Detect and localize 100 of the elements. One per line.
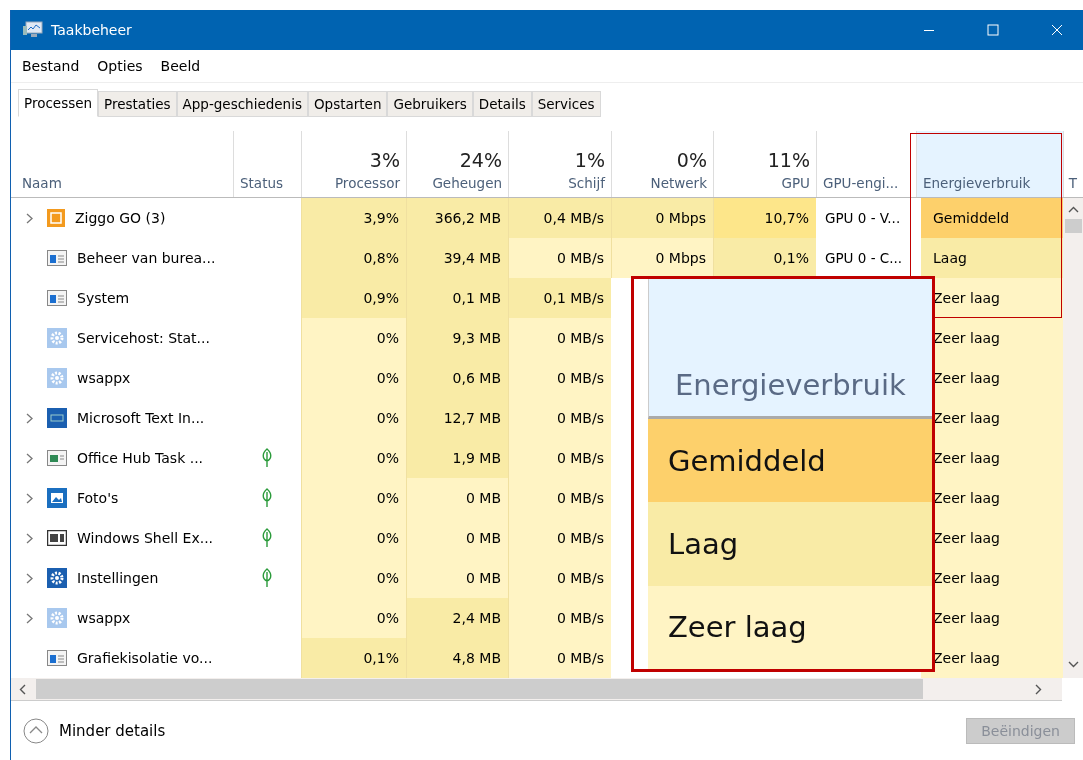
scroll-down-icon[interactable] — [1067, 661, 1079, 668]
table-cell: Gemiddeld — [648, 419, 932, 503]
window-icon — [47, 530, 67, 546]
process-name: Ziggo GO (3) — [75, 210, 166, 226]
table-cell: Laag — [648, 502, 932, 586]
window-icon — [47, 450, 67, 466]
process-name: Servicehost: Stat... — [77, 330, 210, 346]
column-header[interactable]: Energieverbruik — [916, 131, 1063, 197]
table-cell: 0 MB/s — [508, 438, 611, 478]
scrollbar-thumb[interactable] — [36, 679, 923, 699]
photo-icon — [47, 488, 67, 508]
table-cell: 0% — [301, 318, 406, 358]
table-cell: Gemiddeld — [921, 198, 1063, 238]
table-cell: 0,6 MB — [406, 358, 508, 398]
table-cell: 0% — [301, 358, 406, 398]
tab[interactable]: Services — [531, 91, 601, 117]
table-cell: 0% — [301, 398, 406, 438]
table-cell: 0 MB — [406, 478, 508, 518]
close-icon[interactable] — [1051, 24, 1063, 36]
process-name: Instellingen — [77, 570, 159, 586]
table-cell: GPU 0 - C... — [825, 250, 903, 266]
collapse-icon — [23, 717, 49, 744]
table-cell: 0,1 MB — [406, 278, 508, 318]
scroll-right-icon[interactable] — [1035, 683, 1042, 695]
vertical-scrollbar[interactable] — [1063, 198, 1083, 678]
horizontal-scrollbar[interactable] — [11, 678, 1062, 701]
table-cell: 0,1 MB/s — [508, 278, 611, 318]
table-cell: 0,1% — [713, 238, 816, 278]
keyboard-icon — [47, 408, 67, 428]
process-name: Microsoft Text In... — [77, 410, 205, 426]
column-header[interactable]: 11% GPU — [713, 131, 816, 197]
scrollbar-thumb[interactable] — [1064, 219, 1082, 233]
process-name: Office Hub Task ... — [77, 450, 204, 466]
maximize-icon[interactable] — [987, 24, 999, 36]
gear-icon — [47, 328, 67, 348]
table-cell: 0% — [301, 598, 406, 638]
fewer-details-link[interactable]: Minder details — [23, 717, 166, 744]
process-name: Windows Shell Ex... — [77, 530, 214, 546]
table-cell: 0 MB/s — [508, 638, 611, 678]
column-header[interactable]: 1% Schijf — [508, 131, 611, 197]
process-name: System — [77, 290, 130, 306]
table-cell: 9,3 MB — [406, 318, 508, 358]
table-cell: 366,2 MB — [406, 198, 508, 238]
menu-item[interactable]: Bestand — [22, 58, 80, 74]
table-cell: Laag — [921, 238, 1063, 278]
table-cell: 0 Mbps — [611, 198, 713, 238]
tab[interactable]: Prestaties — [98, 91, 177, 117]
table-cell: 39,4 MB — [406, 238, 508, 278]
process-name: Beheer van burea... — [77, 250, 216, 266]
window-title: Taakbeheer — [51, 22, 132, 38]
table-cell: 0% — [301, 518, 406, 558]
app-icon — [47, 209, 65, 227]
process-name: Foto's — [77, 490, 119, 506]
tab[interactable]: Details — [472, 91, 532, 117]
table-cell: 0 MB/s — [508, 358, 611, 398]
column-header[interactable]: T — [1063, 131, 1083, 197]
window-icon — [47, 290, 67, 306]
column-header[interactable]: 24% Geheugen — [406, 131, 508, 197]
gear-icon — [47, 368, 67, 388]
table-cell: 12,7 MB — [406, 398, 508, 438]
process-name: wsappx — [77, 610, 131, 626]
table-cell: 0 MB/s — [508, 518, 611, 558]
table-cell: 1,9 MB — [406, 438, 508, 478]
menu-item[interactable]: Beeld — [160, 58, 201, 74]
table-cell: 0 MB — [406, 558, 508, 598]
table-cell: 2,4 MB — [406, 598, 508, 638]
menu-item[interactable]: Opties — [97, 58, 143, 74]
table-cell: 0 MB/s — [508, 398, 611, 438]
column-header[interactable]: Naam — [11, 131, 233, 197]
tab[interactable]: Gebruikers — [387, 91, 473, 117]
window-icon — [47, 250, 67, 266]
table-cell: 0,8% — [301, 238, 406, 278]
table-cell: 10,7% — [713, 198, 816, 238]
process-name: wsappx — [77, 370, 131, 386]
table-cell: 0% — [301, 478, 406, 518]
table-cell: 0 Mbps — [611, 238, 713, 278]
tab[interactable]: App-geschiedenis — [176, 91, 308, 117]
table-cell: GPU 0 - V... — [825, 210, 901, 226]
table-cell: 0,4 MB/s — [508, 198, 611, 238]
table-cell: 0 MB/s — [508, 478, 611, 518]
table-cell: 0 MB/s — [508, 558, 611, 598]
window-icon — [47, 650, 67, 666]
column-header[interactable]: Status — [233, 131, 301, 197]
table-cell: 0 MB/s — [508, 238, 611, 278]
table-cell: 0,9% — [301, 278, 406, 318]
table-cell: 0 MB — [406, 518, 508, 558]
tab[interactable]: Processen — [18, 89, 99, 117]
scroll-left-icon[interactable] — [19, 683, 26, 695]
table-cell: 3,9% — [301, 198, 406, 238]
table-cell: Zeer laag — [648, 585, 932, 669]
table-cell: 0,1% — [301, 638, 406, 678]
scroll-up-icon[interactable] — [1067, 206, 1079, 213]
column-header[interactable]: 3% Processor — [301, 131, 406, 197]
table-cell: Zeer laag — [921, 638, 1063, 678]
settings-icon — [47, 568, 67, 588]
column-header: Energieverbruik — [675, 368, 906, 402]
tab[interactable]: Opstarten — [307, 91, 388, 117]
table-cell: 0 MB/s — [508, 318, 611, 358]
process-name: Grafiekisolatie vo... — [77, 650, 213, 666]
column-header[interactable]: 0% Netwerk — [611, 131, 713, 197]
